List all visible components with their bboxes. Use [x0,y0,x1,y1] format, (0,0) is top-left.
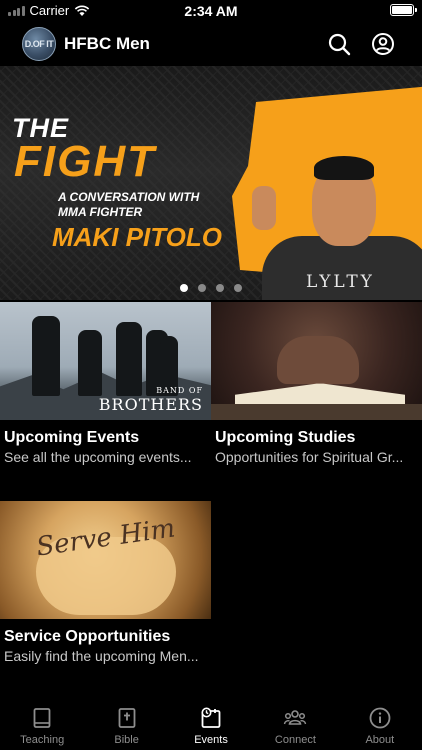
tab-connect[interactable]: Connect [253,700,337,750]
carousel-dot[interactable] [198,284,206,292]
praying-hands-graphic [277,336,359,384]
bible-icon [118,708,136,728]
tab-teaching[interactable]: Teaching [0,700,84,750]
card-image [211,302,422,420]
banner-subtitle: A CONVERSATION WITH MMA FIGHTER [58,190,200,219]
silhouette [116,322,142,396]
status-bar: Carrier 2:34 AM [0,0,422,22]
fighter-hand [252,186,276,230]
account-circle-icon[interactable] [371,32,395,56]
battery-icon [390,4,417,16]
band-of-brothers-logo: BAND OF BROTHERS [98,386,203,414]
app-header: D.OF IT HFBC Men [0,22,422,66]
card-description: See all the upcoming events... [4,449,192,465]
card-upcoming-studies[interactable] [211,302,422,420]
card-image: Serve Him [0,501,211,619]
table-graphic [211,404,422,420]
card-upcoming-events[interactable]: BAND OF BROTHERS [0,302,211,420]
banner-title-fight: FIGHT [14,137,156,186]
card-description: Opportunities for Spiritual Gr... [215,449,404,465]
status-time: 2:34 AM [184,3,238,19]
search-icon[interactable] [327,32,351,56]
silhouette [32,316,60,396]
card-title: Service Opportunities [4,628,171,645]
carousel-dot[interactable] [180,284,188,292]
carousel-dot[interactable] [234,284,242,292]
calendar-icon [201,707,221,728]
group-icon [284,710,307,725]
card-description: Easily find the upcoming Men... [4,648,199,664]
tab-about[interactable]: About [338,700,422,750]
card-title: Upcoming Events [4,429,140,446]
app-title: HFBC Men [64,34,150,53]
tab-events[interactable]: Events [169,700,253,750]
carousel-dot[interactable] [216,284,224,292]
carousel-page-dots[interactable] [0,284,422,292]
banner-name: MAKI PITOLO [52,222,222,252]
tab-bible[interactable]: Bible [84,700,168,750]
tab-label: Bible [114,734,139,746]
card-image: BAND OF BROTHERS [0,302,211,420]
tab-bar: Teaching Bible Events Connect About [0,700,422,750]
card-service-opportunities[interactable]: Serve Him [0,501,211,619]
card-title: Upcoming Studies [215,429,356,446]
fighter-hair [314,156,374,180]
info-icon [369,707,391,729]
book-icon [33,708,51,728]
tab-label: About [365,734,395,746]
tab-label: Connect [274,734,316,746]
tab-label: Events [194,734,228,746]
app-logo: D.OF IT [22,27,56,61]
tab-label: Teaching [20,734,65,746]
